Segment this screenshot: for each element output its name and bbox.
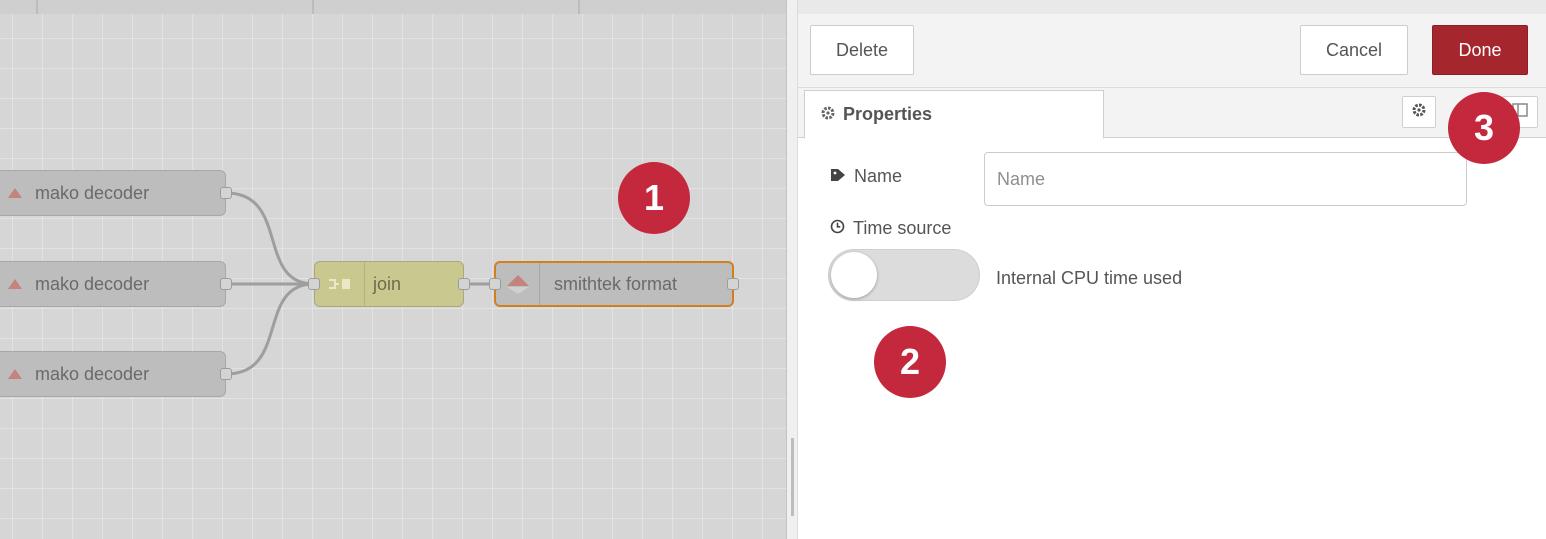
output-port[interactable] xyxy=(220,278,232,290)
output-port[interactable] xyxy=(727,278,739,290)
mako-decoder-node[interactable]: mako decoder xyxy=(0,170,232,216)
node-edit-panel: Delete Cancel Done Properties Name Name … xyxy=(798,0,1546,539)
triangle-icon xyxy=(0,262,35,306)
annotation-badge-3: 3 xyxy=(1448,92,1520,164)
panel-splitter[interactable] xyxy=(786,0,798,539)
flow-workspace[interactable]: mako decoder mako decoder mako decoder j… xyxy=(0,0,786,539)
gear-icon xyxy=(821,104,835,125)
node-label: mako decoder xyxy=(35,273,150,294)
wire xyxy=(225,282,315,376)
node-label: join xyxy=(373,273,402,294)
join-node[interactable]: join xyxy=(308,261,470,307)
splitter-grip[interactable] xyxy=(791,438,794,516)
node-label: mako decoder xyxy=(35,363,150,384)
output-port[interactable] xyxy=(220,187,232,199)
input-port[interactable] xyxy=(308,278,320,290)
settings-tab-button[interactable] xyxy=(1402,96,1436,128)
clock-icon xyxy=(830,218,845,239)
join-icon xyxy=(315,262,365,306)
cancel-button[interactable]: Cancel xyxy=(1300,25,1408,75)
time-source-status-text: Internal CPU time used xyxy=(996,268,1183,288)
time-source-status: Internal CPU time used xyxy=(996,268,1182,289)
toggle-knob[interactable] xyxy=(831,252,877,298)
output-port[interactable] xyxy=(220,368,232,380)
name-label-text: Name xyxy=(854,166,903,186)
name-label: Name xyxy=(830,166,902,187)
time-source-label-text: Time source xyxy=(853,218,952,238)
annotation-badge-1: 1 xyxy=(618,162,690,234)
triangle-icon xyxy=(0,352,35,396)
time-source-label: Time source xyxy=(830,218,951,239)
time-source-toggle[interactable] xyxy=(828,249,980,301)
gear-icon xyxy=(1412,103,1426,122)
tab-label: Properties xyxy=(843,104,933,124)
edit-toolbar: Delete Cancel Done xyxy=(798,14,1546,88)
smithtek-format-node[interactable]: smithtek format xyxy=(489,261,739,307)
annotation-badge-2: 2 xyxy=(874,326,946,398)
panel-header-strip xyxy=(798,0,1546,14)
tab-properties[interactable]: Properties xyxy=(804,90,1104,139)
name-input[interactable] xyxy=(984,152,1467,206)
input-port[interactable] xyxy=(489,278,501,290)
node-label: smithtek format xyxy=(554,273,678,294)
smithtek-logo-icon xyxy=(496,263,540,305)
triangle-icon xyxy=(0,171,35,215)
mako-decoder-node[interactable]: mako decoder xyxy=(0,261,232,307)
edit-tabs: Properties xyxy=(798,88,1546,139)
output-port[interactable] xyxy=(458,278,470,290)
done-button[interactable]: Done xyxy=(1432,25,1528,75)
tag-icon xyxy=(830,166,846,187)
wire xyxy=(225,191,315,286)
node-label: mako decoder xyxy=(35,182,150,203)
delete-button[interactable]: Delete xyxy=(810,25,914,75)
mako-decoder-node[interactable]: mako decoder xyxy=(0,351,232,397)
